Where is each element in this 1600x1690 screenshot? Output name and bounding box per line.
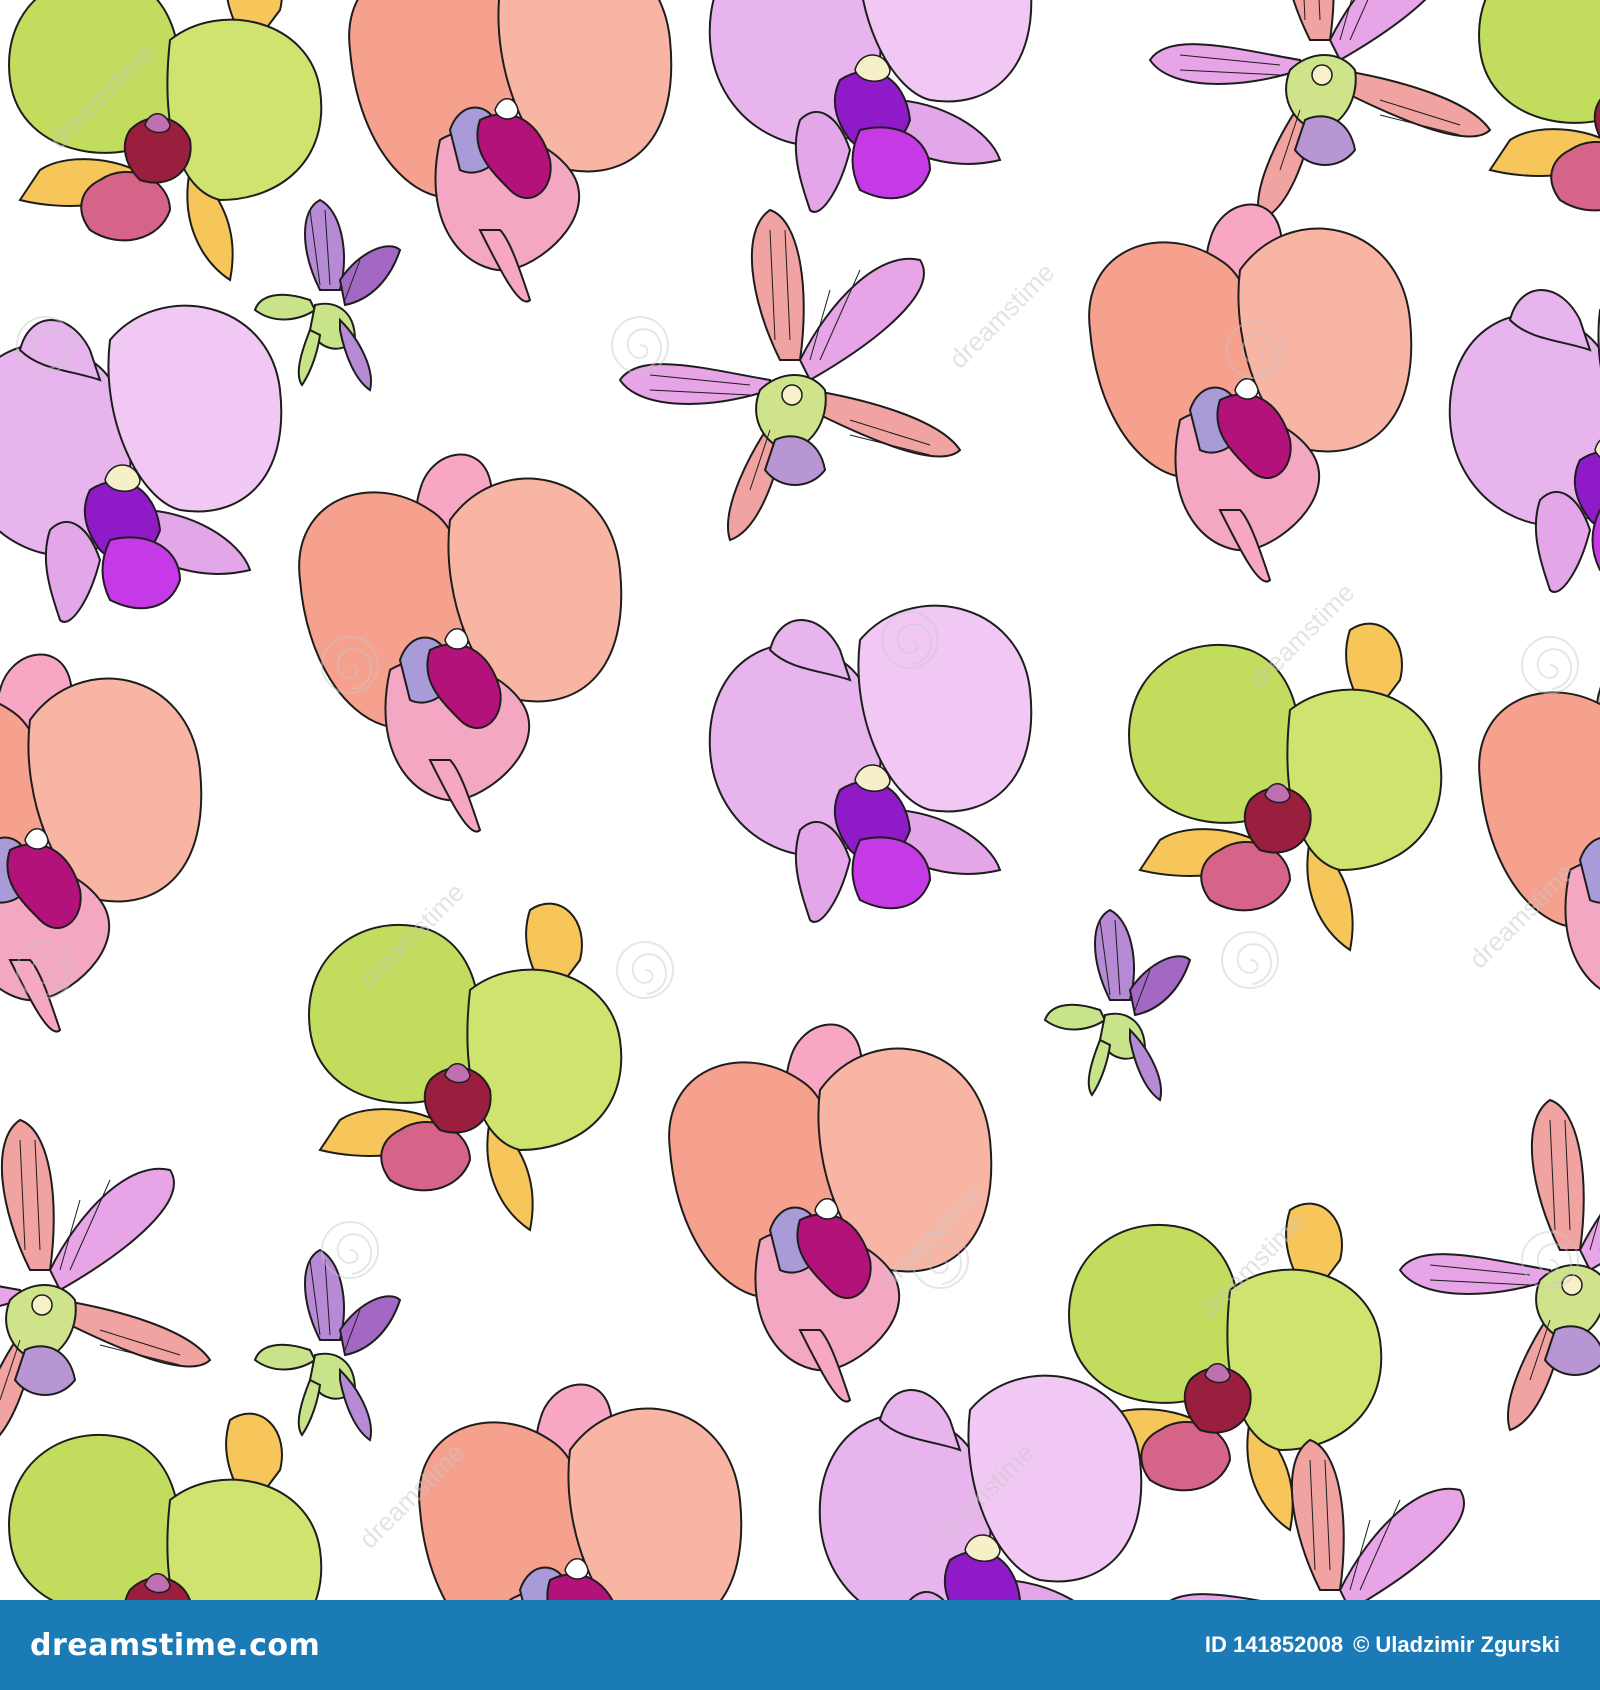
image-credit: ID 141852008 © Uladzimir Zgurski: [1205, 1632, 1560, 1658]
orchid-coral-flower: [1088, 203, 1413, 583]
orchid-lavender-flower: [708, 604, 1033, 923]
watermark-swirl: [611, 316, 669, 374]
orchid-bud: [1044, 909, 1191, 1101]
watermark-swirl: [1521, 636, 1579, 694]
author-credit: © Uladzimir Zgurski: [1353, 1632, 1560, 1657]
dreamstime-logo[interactable]: dreamstime.com: [30, 1628, 320, 1663]
orchid-striped-flower: [619, 209, 961, 541]
orchid-bud: [254, 1249, 401, 1441]
watermark-text: dreamstime: [943, 257, 1060, 374]
watermark-text: dreamstime: [1243, 577, 1360, 694]
orchid-striped-flower: [1149, 0, 1491, 221]
orchid-pattern: dreamstime dreamstime dreamstime dreamst…: [0, 0, 1600, 1600]
orchid-striped-flower: [0, 1119, 211, 1451]
orchid-green-flower: [8, 1412, 323, 1600]
orchid-coral-flower: [1478, 653, 1600, 1033]
watermark-swirl: [616, 941, 674, 999]
watermark-swirl: [1221, 931, 1279, 989]
orchid-green-flower: [308, 902, 623, 1231]
orchid-coral-flower: [298, 453, 623, 833]
orchid-coral-flower: [0, 653, 203, 1033]
orchid-coral-flower: [418, 1383, 743, 1600]
footer-bar: dreamstime.com ID 141852008 © Uladzimir …: [0, 1600, 1600, 1690]
orchid-lavender-flower: [0, 304, 283, 623]
orchid-green-flower: [1478, 0, 1600, 251]
orchid-striped-flower: [1399, 1099, 1600, 1431]
watermark-swirl: [321, 1221, 379, 1279]
orchid-bud: [254, 199, 401, 391]
orchid-lavender-flower: [708, 0, 1033, 213]
orchid-lavender-flower: [1448, 274, 1600, 593]
image-id: ID 141852008: [1204, 1632, 1344, 1657]
